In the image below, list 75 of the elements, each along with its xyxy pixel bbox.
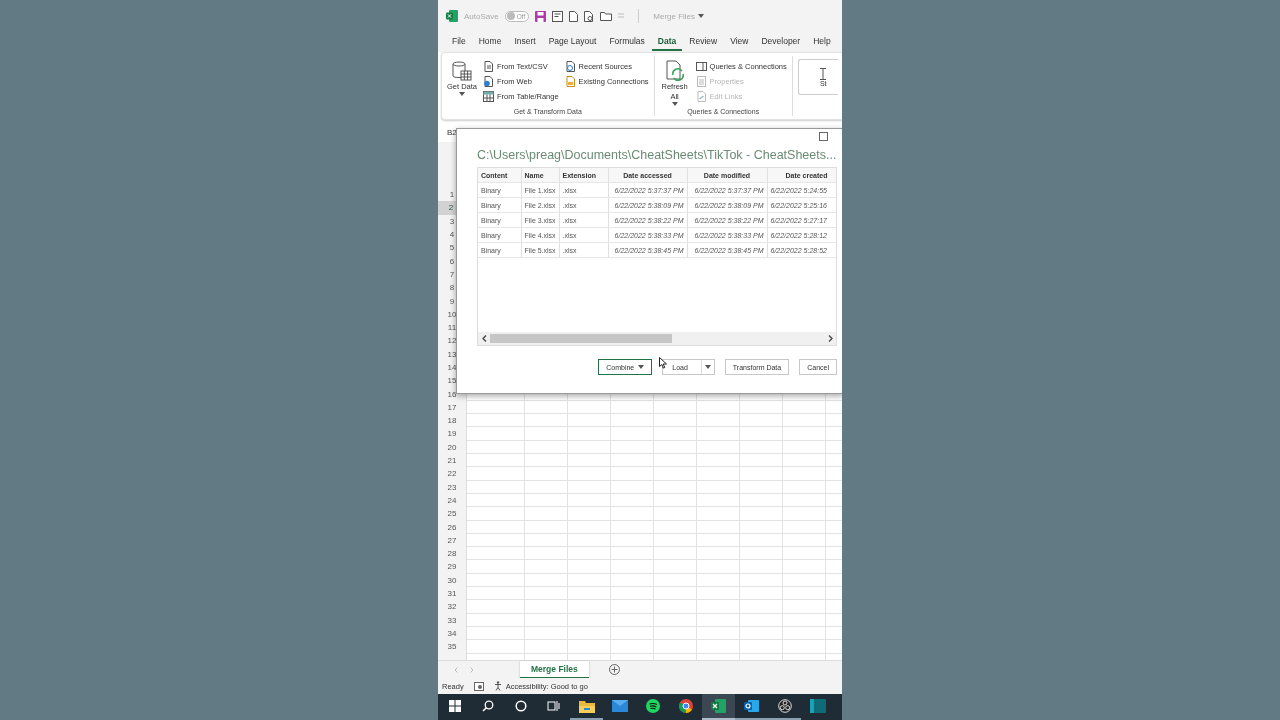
ribbon-tab[interactable]: File [446,33,472,51]
caret-icon [671,102,678,106]
add-sheet-icon[interactable] [608,664,620,675]
new-file-icon[interactable] [569,10,579,22]
ribbon-tab[interactable]: Developer [755,33,807,51]
database-icon [451,60,473,82]
mail-icon[interactable] [611,700,628,712]
row-header[interactable]: 21 [438,453,466,468]
row-header[interactable]: 29 [438,560,466,574]
row-header[interactable]: 20 [438,440,466,454]
title-caret-icon [698,14,705,18]
text-cursor-icon [820,67,827,80]
row-header[interactable]: 33 [438,613,466,627]
row-header[interactable]: 27 [438,533,466,547]
row-header[interactable]: 24 [438,493,466,508]
ribbon-tab[interactable]: Formulas [603,33,651,51]
sheet-tab[interactable]: Merge Files [520,660,589,679]
caret-icon [638,365,645,369]
form-icon[interactable] [552,10,564,22]
panel-icon [695,61,707,72]
clock-file-icon [564,61,576,72]
row-header[interactable]: 17 [438,400,466,415]
caret-icon [459,92,465,96]
circle-icon[interactable] [514,700,527,712]
properties-icon [695,76,707,87]
chevron-left-icon [481,335,487,342]
accessibility-icon[interactable] [493,681,504,691]
row-header[interactable]: 30 [438,573,466,587]
cursor-icon [659,357,667,369]
spotify-icon[interactable] [645,699,660,713]
row-header[interactable]: 31 [438,586,466,601]
obs-icon[interactable] [777,699,792,713]
folder-icon[interactable] [600,11,613,21]
document-icon [564,76,576,87]
app-icon[interactable] [809,699,826,713]
maximize-button[interactable] [819,132,828,141]
text-file-icon [483,61,494,72]
row-header[interactable]: 25 [438,507,466,521]
web-file-icon [483,76,494,87]
row-header[interactable]: 22 [438,467,466,481]
macro-record-icon[interactable] [473,681,484,691]
outlook-icon[interactable] [744,699,759,713]
autosave-label: AutoSave [464,11,499,21]
row-header[interactable]: 18 [438,414,466,428]
windows-icon[interactable] [448,700,461,712]
caret-icon [704,365,711,369]
row-header[interactable]: 26 [438,520,466,534]
ribbon-tab[interactable]: Page Layout [542,33,603,51]
row-header[interactable]: 23 [438,480,466,494]
save-icon[interactable] [535,10,547,22]
ribbon-tab[interactable]: Review [683,33,724,51]
row-header[interactable]: 19 [438,427,466,441]
excel-icon[interactable] [446,10,458,22]
folder-icon[interactable] [578,699,595,713]
print-preview-icon[interactable] [584,10,595,22]
link-file-icon [695,91,707,102]
ribbon-tab[interactable]: Insert [508,33,542,51]
scrollbar-thumb[interactable] [490,334,672,343]
refresh-icon [663,60,686,82]
dialog-title: C:\Users\preag\Documents\CheatSheets\TikTok - CheatSheets... [477,148,835,162]
table-icon [483,91,494,102]
excel-icon[interactable] [711,699,726,713]
chrome-icon[interactable] [678,699,693,713]
ribbon-tab[interactable]: View [724,33,755,51]
row-header[interactable]: 35 [438,640,466,654]
document-title: Merge Files [653,11,696,21]
name-box[interactable]: B2 [438,127,457,137]
ribbon-tab[interactable]: Home [472,33,508,51]
row-header[interactable]: 34 [438,626,466,641]
task-view-icon[interactable] [547,700,560,712]
ribbon-tab[interactable]: Help [807,33,837,51]
search-icon[interactable] [481,700,494,712]
row-header[interactable]: 28 [438,547,466,561]
row-header[interactable]: 32 [438,600,466,614]
chevron-right-icon [827,335,833,342]
